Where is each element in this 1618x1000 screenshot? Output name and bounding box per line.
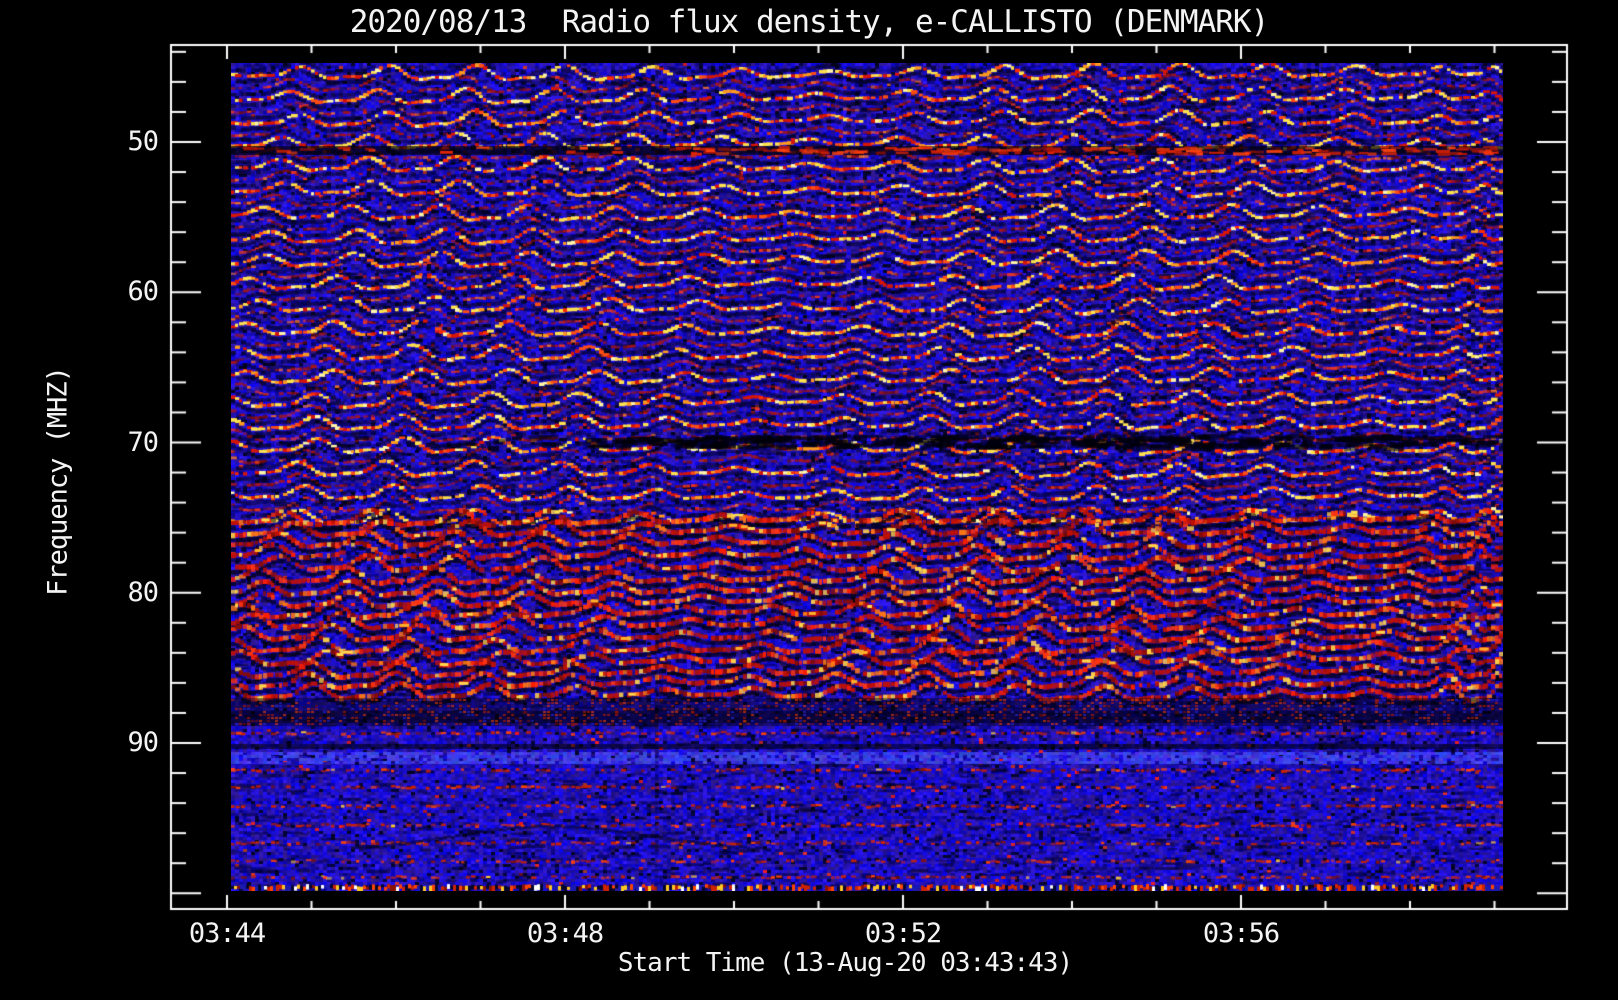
y-tick-label: 60 bbox=[127, 276, 159, 308]
x-tick-label: 03:52 bbox=[864, 918, 942, 949]
radio-spectrogram-figure: 2020/08/13 Radio flux density, e-CALLIST… bbox=[0, 0, 1618, 1000]
y-tick-label: 50 bbox=[127, 126, 159, 157]
y-tick-label: 70 bbox=[127, 426, 159, 458]
x-tick-label: 03:44 bbox=[188, 918, 266, 949]
y-tick-label: 90 bbox=[127, 727, 159, 758]
x-axis-title: Start Time (13-Aug-20 03:43:43) bbox=[617, 948, 1073, 978]
axes-frame-and-ticks bbox=[0, 0, 1618, 1000]
y-tick-label: 80 bbox=[127, 576, 159, 608]
y-axis-title: Frequency (MHZ) bbox=[42, 367, 74, 596]
x-tick-label: 03:48 bbox=[526, 918, 604, 949]
plot-title: 2020/08/13 Radio flux density, e-CALLIST… bbox=[349, 4, 1270, 40]
x-tick-label: 03:56 bbox=[1202, 918, 1280, 949]
